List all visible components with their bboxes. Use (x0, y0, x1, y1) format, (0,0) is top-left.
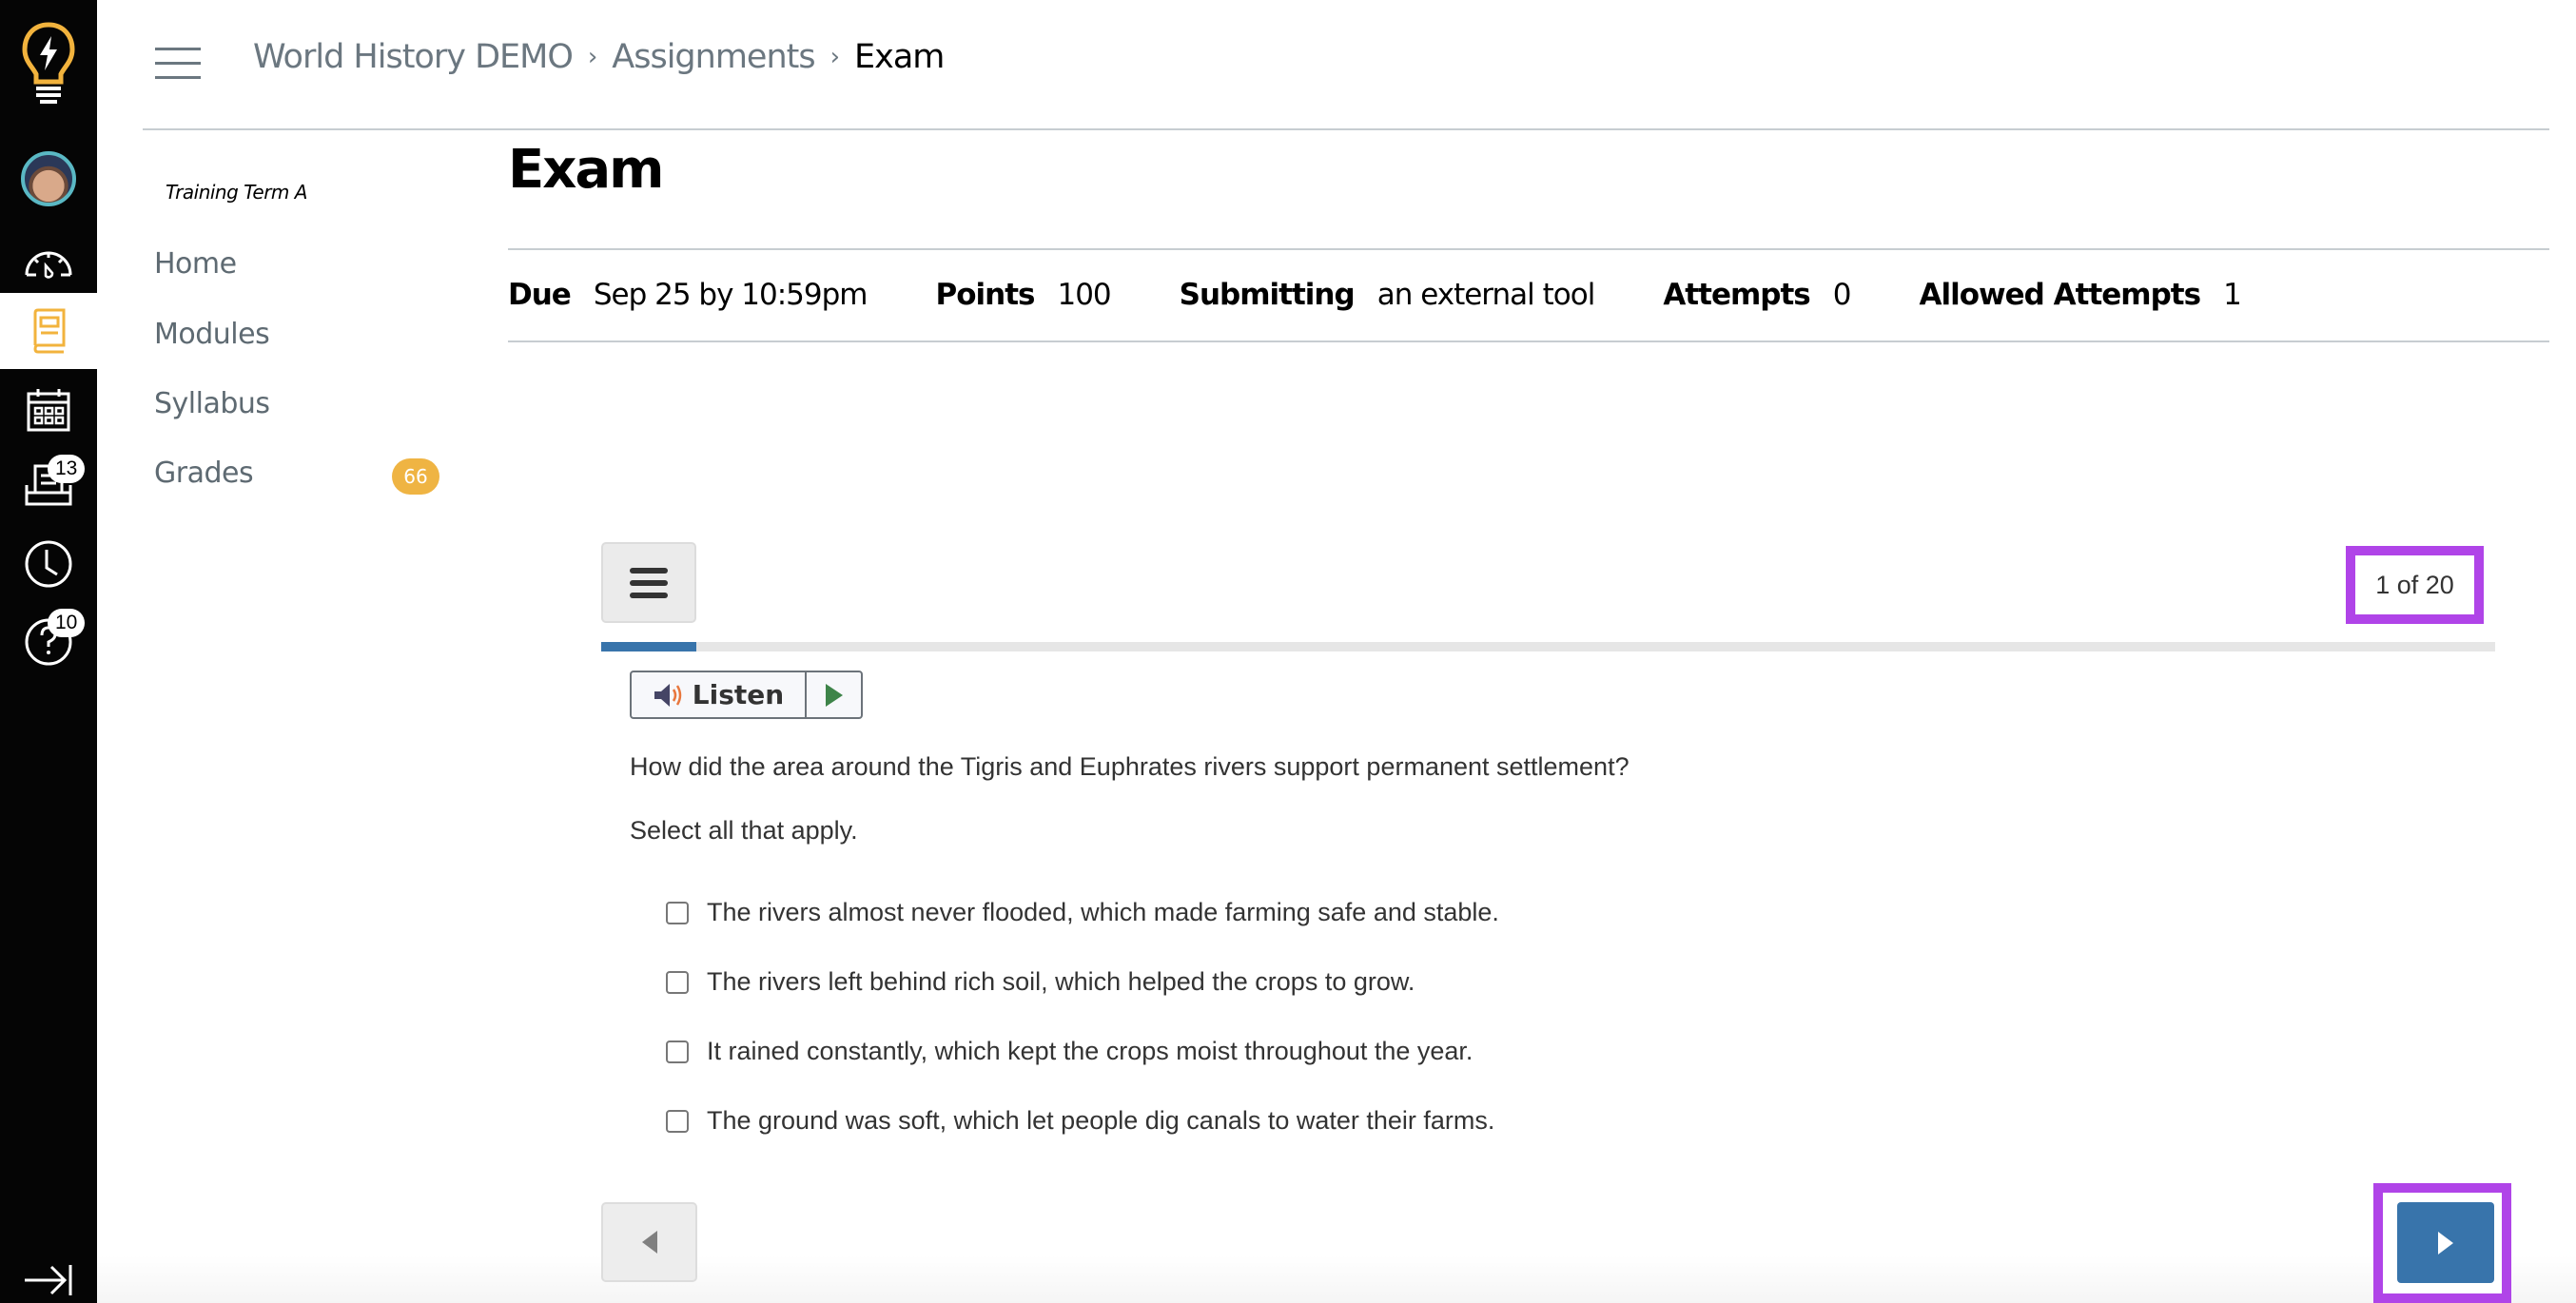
triangle-left-icon (641, 1231, 657, 1254)
grades-badge: 66 (392, 458, 439, 495)
breadcrumb-current: Exam (854, 38, 945, 76)
header-divider (143, 128, 2549, 130)
text-to-speech-control: Listen (630, 671, 863, 719)
collapse-arrow-icon (25, 1265, 72, 1295)
answer-checkbox[interactable] (666, 1040, 689, 1063)
global-nav: 13 10 (0, 0, 97, 1303)
allowed-attempts-value: 1 (2223, 278, 2242, 312)
logo-link[interactable] (0, 17, 97, 112)
next-question-button[interactable] (2397, 1202, 2494, 1283)
breadcrumb-assignments[interactable]: Assignments (612, 38, 815, 76)
answer-option[interactable]: The rivers almost never flooded, which m… (666, 898, 1499, 927)
chevron-right-icon: › (829, 43, 840, 71)
lightbulb-icon (22, 22, 75, 104)
answer-checkbox[interactable] (666, 1109, 689, 1133)
course-nav-home[interactable]: Home (154, 247, 237, 281)
help-badge: 10 (48, 609, 86, 637)
courses-link[interactable] (0, 293, 97, 369)
previous-question-button[interactable] (601, 1202, 697, 1282)
answer-checkbox[interactable] (666, 970, 689, 994)
clock-icon (25, 540, 72, 588)
course-nav-grades[interactable]: Grades (154, 457, 254, 490)
answer-checkbox[interactable] (666, 901, 689, 924)
question-text: How did the area around the Tigris and E… (630, 752, 1630, 781)
calendar-link[interactable] (0, 379, 97, 441)
account-link[interactable] (0, 146, 97, 211)
allowed-attempts-label: Allowed Attempts (1919, 278, 2201, 312)
page-title: Exam (508, 139, 665, 201)
dashboard-gauge-icon (25, 251, 72, 279)
listen-button[interactable]: Listen (632, 672, 807, 717)
book-icon (33, 308, 66, 354)
quiz-progress-fill (601, 642, 696, 652)
listen-label: Listen (692, 679, 785, 710)
answer-option[interactable]: It rained constantly, which kept the cro… (666, 1037, 1473, 1066)
menu-icon-bar (630, 567, 668, 574)
attempts-label: Attempts (1663, 278, 1810, 312)
chevron-right-icon: › (587, 43, 597, 71)
points-value: 100 (1057, 278, 1111, 312)
details-divider (508, 340, 2549, 342)
answer-text: It rained constantly, which kept the cro… (707, 1037, 1473, 1065)
points-label: Points (935, 278, 1036, 312)
submitting-value: an external tool (1376, 278, 1596, 312)
next-button-highlight (2373, 1183, 2511, 1303)
question-counter: 1 of 20 (2346, 546, 2484, 624)
help-link[interactable]: 10 (0, 609, 97, 671)
play-button[interactable] (807, 672, 861, 717)
collapse-nav-button[interactable] (0, 1254, 97, 1303)
calendar-icon (27, 389, 70, 432)
triangle-right-icon (2438, 1231, 2453, 1254)
title-divider (508, 248, 2549, 250)
menu-icon-bar (630, 579, 668, 586)
play-icon (825, 683, 843, 707)
inbox-badge: 13 (48, 455, 86, 483)
breadcrumb: World History DEMO › Assignments › Exam (253, 38, 945, 76)
breadcrumb-course[interactable]: World History DEMO (253, 38, 574, 76)
question-instruction: Select all that apply. (630, 816, 858, 845)
answer-option[interactable]: The rivers left behind rich soil, which … (666, 967, 1415, 997)
term-label: Training Term A (166, 181, 307, 204)
history-link[interactable] (0, 533, 97, 595)
answer-option[interactable]: The ground was soft, which let people di… (666, 1106, 1494, 1136)
quiz-progress-bar (601, 642, 2495, 652)
course-menu-toggle[interactable] (155, 48, 201, 80)
attempts-value: 0 (1832, 278, 1852, 312)
menu-icon-bar (630, 592, 668, 598)
submitting-label: Submitting (1179, 278, 1356, 312)
answer-text: The rivers left behind rich soil, which … (707, 967, 1415, 996)
question-menu-button[interactable] (601, 542, 696, 623)
due-label: Due (508, 278, 572, 312)
avatar (21, 151, 76, 206)
course-nav-modules[interactable]: Modules (154, 318, 270, 351)
answer-text: The ground was soft, which let people di… (707, 1106, 1495, 1135)
inbox-link[interactable]: 13 (0, 451, 97, 517)
speaker-icon (654, 683, 682, 707)
dashboard-link[interactable] (0, 233, 97, 290)
answer-text: The rivers almost never flooded, which m… (707, 898, 1499, 926)
course-nav-syllabus[interactable]: Syllabus (154, 387, 270, 420)
due-value: Sep 25 by 10:59pm (593, 278, 868, 312)
footer-fade (97, 1255, 2576, 1303)
assignment-details: Due Sep 25 by 10:59pm Points 100 Submitt… (508, 278, 2310, 312)
